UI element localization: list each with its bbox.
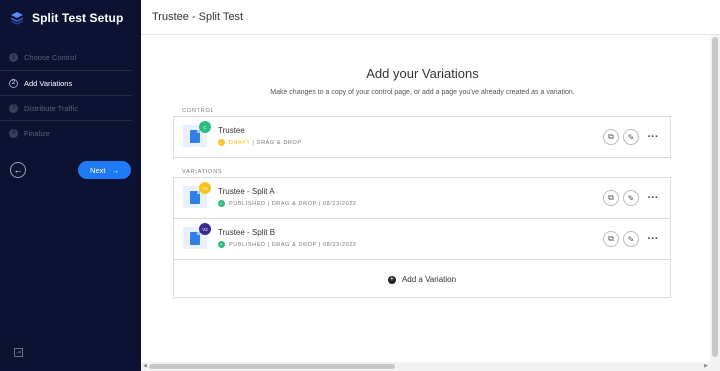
document-icon	[190, 130, 200, 143]
pencil-icon: ✎	[627, 234, 635, 244]
published-status-icon: ✓	[218, 241, 225, 248]
step-number: 3	[9, 103, 18, 113]
variation-name: Trustee - Split A	[218, 187, 275, 196]
more-options-button[interactable]: ···	[646, 131, 660, 143]
control-section-label: CONTROL	[182, 108, 215, 114]
variation-card[interactable]: V2 Trustee - Split B ✓ PUBLISHED | DRAG …	[173, 218, 671, 260]
step-number: 2	[9, 78, 18, 88]
step-list: 1 Choose Control 2 Add Variations 3 Dist…	[0, 45, 141, 145]
step-label: Distribute Traffic	[24, 103, 79, 113]
control-details: | DRAG & DROP	[252, 139, 302, 146]
copy-button[interactable]: ⧉	[603, 129, 619, 145]
edit-button[interactable]: ✎	[623, 231, 639, 247]
control-badge: C	[199, 121, 211, 133]
variation-badge: V2	[199, 223, 211, 235]
control-actions: ⧉ ✎ ···	[603, 129, 660, 145]
more-options-button[interactable]: ···	[646, 192, 660, 204]
variations-section-label: VARIATIONS	[182, 169, 223, 175]
step-choose-control[interactable]: 1 Choose Control	[0, 45, 132, 70]
variation-badge: V1	[199, 182, 211, 194]
variation-meta: ✓ PUBLISHED | DRAG & DROP | 08/23/2022	[218, 200, 357, 207]
step-number: 4	[9, 128, 18, 138]
step-label: Add Variations	[24, 78, 73, 88]
document-icon	[190, 191, 200, 204]
variation-name: Trustee - Split B	[218, 228, 276, 237]
page-header: Trustee - Split Test	[141, 0, 720, 35]
collapse-sidebar-icon[interactable]: ⇥	[14, 348, 23, 357]
control-name: Trustee	[218, 126, 245, 135]
vertical-scrollbar[interactable]	[710, 35, 720, 362]
variation-actions: ⧉ ✎ ···	[603, 190, 660, 206]
horizontal-scrollbar[interactable]: ◀ ▶	[141, 362, 720, 371]
plus-icon: +	[387, 275, 396, 284]
arrow-right-icon: →	[111, 165, 119, 175]
control-status: DRAFT	[229, 139, 251, 146]
edit-button[interactable]: ✎	[623, 129, 639, 145]
scroll-left-icon[interactable]: ◀	[143, 363, 147, 369]
sidebar: Split Test Setup 1 Choose Control 2 Add …	[0, 0, 141, 371]
variation-details: | DRAG & DROP | 08/23/2022	[267, 241, 357, 248]
scrollbar-thumb[interactable]	[149, 364, 395, 369]
app-title: Split Test Setup	[32, 11, 124, 25]
page-title: Add your Variations	[366, 66, 479, 81]
document-icon	[190, 232, 200, 245]
pencil-icon: ✎	[627, 193, 635, 203]
control-card[interactable]: C Trustee ✓ DRAFT | DRAG & DROP ⧉ ✎ ···	[173, 116, 671, 158]
variation-details: | DRAG & DROP | 08/23/2022	[267, 200, 357, 207]
step-add-variations[interactable]: 2 Add Variations	[0, 70, 132, 95]
step-finalize[interactable]: 4 Finalize	[0, 120, 132, 145]
copy-button[interactable]: ⧉	[603, 190, 619, 206]
step-label: Finalize	[24, 128, 50, 138]
more-options-button[interactable]: ···	[646, 233, 660, 245]
variation-actions: ⧉ ✎ ···	[603, 231, 660, 247]
variation-status: PUBLISHED	[229, 241, 266, 248]
copy-icon: ⧉	[608, 234, 614, 243]
step-distribute-traffic[interactable]: 3 Distribute Traffic	[0, 95, 132, 120]
step-number: 1	[9, 53, 18, 62]
next-label: Next	[90, 165, 106, 175]
variations-group: V1 Trustee - Split A ✓ PUBLISHED | DRAG …	[173, 177, 671, 298]
edit-button[interactable]: ✎	[623, 190, 639, 206]
variation-card[interactable]: V1 Trustee - Split A ✓ PUBLISHED | DRAG …	[173, 177, 671, 219]
next-button[interactable]: Next →	[78, 161, 131, 179]
draft-status-icon: ✓	[218, 139, 225, 146]
pencil-icon: ✎	[627, 132, 635, 142]
control-meta: ✓ DRAFT | DRAG & DROP	[218, 139, 302, 146]
arrow-left-icon: ←	[13, 165, 23, 175]
variation-meta: ✓ PUBLISHED | DRAG & DROP | 08/23/2022	[218, 241, 357, 248]
more-icon: ···	[647, 131, 659, 143]
copy-icon: ⧉	[608, 132, 614, 141]
layers-icon	[11, 12, 23, 25]
add-variation-button[interactable]: + Add a Variation	[174, 260, 670, 299]
more-icon: ···	[647, 192, 659, 204]
brand: Split Test Setup	[10, 10, 123, 26]
back-button[interactable]: ←	[10, 162, 26, 178]
more-icon: ···	[647, 233, 659, 245]
copy-button[interactable]: ⧉	[603, 231, 619, 247]
main-content: Add your Variations Make changes to a co…	[141, 35, 710, 362]
variation-status: PUBLISHED	[229, 200, 266, 207]
header-title: Trustee - Split Test	[152, 11, 244, 23]
step-label: Choose Control	[24, 53, 77, 62]
scroll-right-icon[interactable]: ▶	[704, 363, 708, 369]
scrollbar-thumb[interactable]	[712, 37, 718, 357]
page-subtitle: Make changes to a copy of your control p…	[270, 89, 575, 96]
add-variation-label: Add a Variation	[401, 275, 457, 284]
copy-icon: ⧉	[608, 193, 614, 202]
published-status-icon: ✓	[218, 200, 225, 207]
